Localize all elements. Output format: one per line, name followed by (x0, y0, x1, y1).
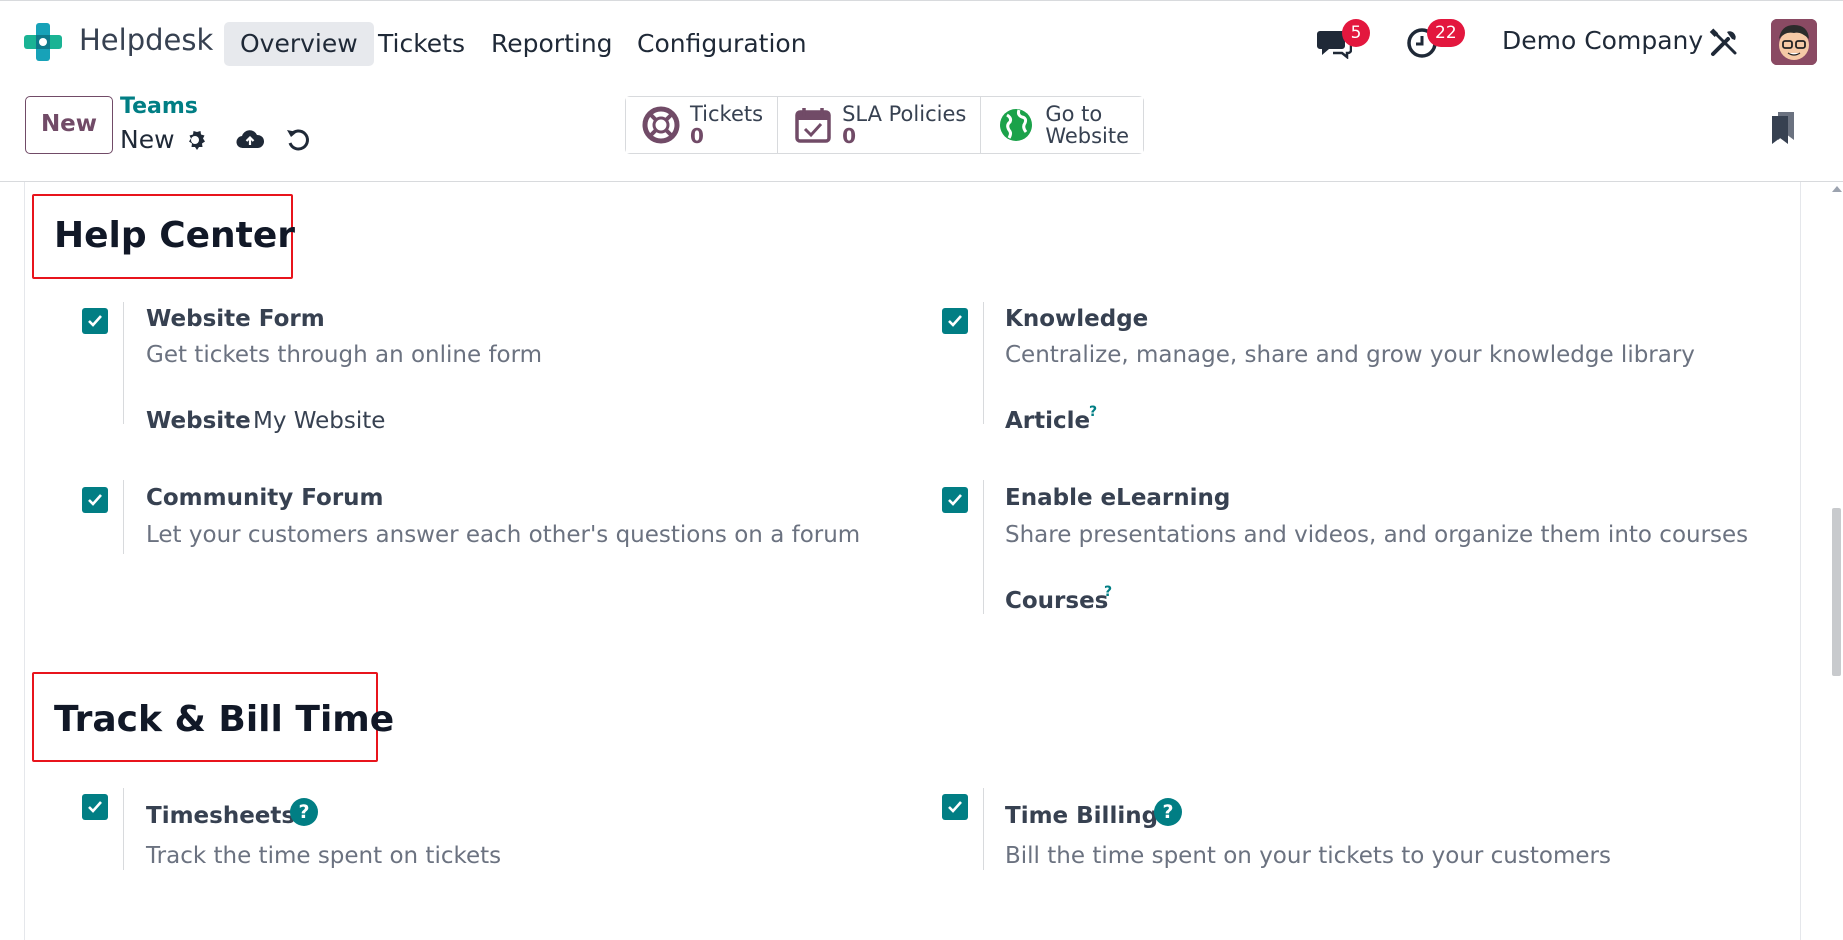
user-avatar[interactable] (1771, 19, 1817, 65)
tickets-smart-label: Tickets (690, 102, 764, 127)
setting-desc-community-forum: Let your customers answer each other's q… (146, 522, 861, 548)
menu-configuration[interactable]: Configuration (621, 22, 823, 66)
field-label-website: Website (146, 408, 251, 434)
helpdesk-logo-icon[interactable] (22, 21, 64, 63)
new-button[interactable]: New (25, 96, 113, 154)
tickets-smart-count: 0 (690, 123, 704, 148)
setting-desc-timesheets: Track the time spent on tickets (146, 843, 502, 869)
checkbox-community-forum[interactable] (82, 487, 108, 513)
control-panel: New Teams New Tickets 0 SLA Policies 0 G… (0, 82, 1843, 182)
field-value-website[interactable]: My Website (253, 408, 385, 434)
check-icon (88, 801, 102, 813)
messages-badge: 5 (1342, 19, 1370, 47)
bookmark-icon[interactable] (1770, 110, 1796, 144)
settings-content: Help Center Website Form Get tickets thr… (0, 182, 1843, 940)
scrollbar-thumb[interactable] (1832, 508, 1841, 676)
tickets-smart-button[interactable]: Tickets 0 (626, 97, 779, 153)
setting-divider (983, 302, 984, 424)
activities-badge: 22 (1427, 19, 1465, 47)
setting-desc-knowledge: Centralize, manage, share and grow your … (1005, 342, 1695, 368)
checkbox-timesheets[interactable] (82, 794, 108, 820)
setting-title-knowledge: Knowledge (1005, 306, 1149, 332)
lifebuoy-icon (642, 106, 680, 144)
setting-divider (123, 302, 124, 424)
calendar-check-icon (795, 108, 831, 143)
scroll-up-arrow-icon[interactable] (1832, 186, 1842, 192)
sla-policies-smart-button[interactable]: SLA Policies 0 (778, 97, 982, 153)
sheet-right-border (1800, 182, 1801, 940)
setting-divider (983, 788, 984, 870)
help-question-icon[interactable]: ? (1154, 798, 1182, 826)
help-question-icon[interactable]: ? (290, 798, 318, 826)
check-icon (948, 801, 962, 813)
website-smart-label-2: Website (1045, 124, 1130, 148)
setting-divider (983, 480, 984, 614)
top-navbar: Helpdesk Overview Tickets Reporting Conf… (0, 0, 1843, 82)
debug-tools-icon[interactable] (1708, 27, 1740, 59)
check-icon (88, 494, 102, 506)
setting-title-timesheets: Timesheets (146, 803, 296, 829)
setting-desc-elearning: Share presentations and videos, and orga… (1005, 522, 1749, 548)
help-tooltip-article[interactable]: ? (1089, 404, 1097, 420)
breadcrumb-current: New (120, 125, 175, 154)
section-title-help-center: Help Center (54, 215, 296, 256)
check-icon (948, 315, 962, 327)
setting-divider (123, 788, 124, 870)
checkbox-time-billing[interactable] (942, 794, 968, 820)
globe-icon (1000, 109, 1033, 141)
website-smart-label-1: Go to (1045, 101, 1103, 126)
setting-divider (123, 480, 124, 554)
setting-desc-time-billing: Bill the time spent on your tickets to y… (1005, 843, 1611, 869)
sla-smart-label: SLA Policies (842, 102, 967, 127)
check-icon (88, 315, 102, 327)
sla-smart-count: 0 (842, 123, 856, 148)
gear-icon[interactable] (183, 128, 207, 152)
menu-reporting[interactable]: Reporting (475, 22, 629, 66)
discard-undo-icon[interactable] (285, 126, 311, 152)
setting-title-community-forum: Community Forum (146, 485, 384, 511)
breadcrumb-teams[interactable]: Teams (120, 94, 198, 119)
go-to-website-smart-button[interactable]: Go to Website (981, 97, 1144, 153)
checkbox-knowledge[interactable] (942, 308, 968, 334)
setting-title-website-form: Website Form (146, 306, 325, 332)
field-label-article: Article (1005, 408, 1091, 434)
check-icon (948, 494, 962, 506)
menu-tickets[interactable]: Tickets (362, 22, 481, 66)
menu-overview[interactable]: Overview (224, 22, 374, 66)
setting-title-time-billing: Time Billing (1005, 803, 1159, 829)
save-cloud-icon[interactable] (236, 128, 264, 152)
field-label-courses: Courses (1005, 588, 1109, 614)
smart-buttons: Tickets 0 SLA Policies 0 Go to Website (625, 96, 1145, 154)
sheet-left-border (24, 182, 25, 940)
setting-title-elearning: Enable eLearning (1005, 485, 1231, 511)
checkbox-website-form[interactable] (82, 308, 108, 334)
app-name[interactable]: Helpdesk (79, 23, 213, 57)
help-tooltip-courses[interactable]: ? (1104, 584, 1112, 600)
company-switcher[interactable]: Demo Company (1502, 26, 1703, 55)
setting-desc-website-form: Get tickets through an online form (146, 342, 543, 368)
checkbox-elearning[interactable] (942, 487, 968, 513)
section-title-track-bill: Track & Bill Time (54, 699, 395, 740)
